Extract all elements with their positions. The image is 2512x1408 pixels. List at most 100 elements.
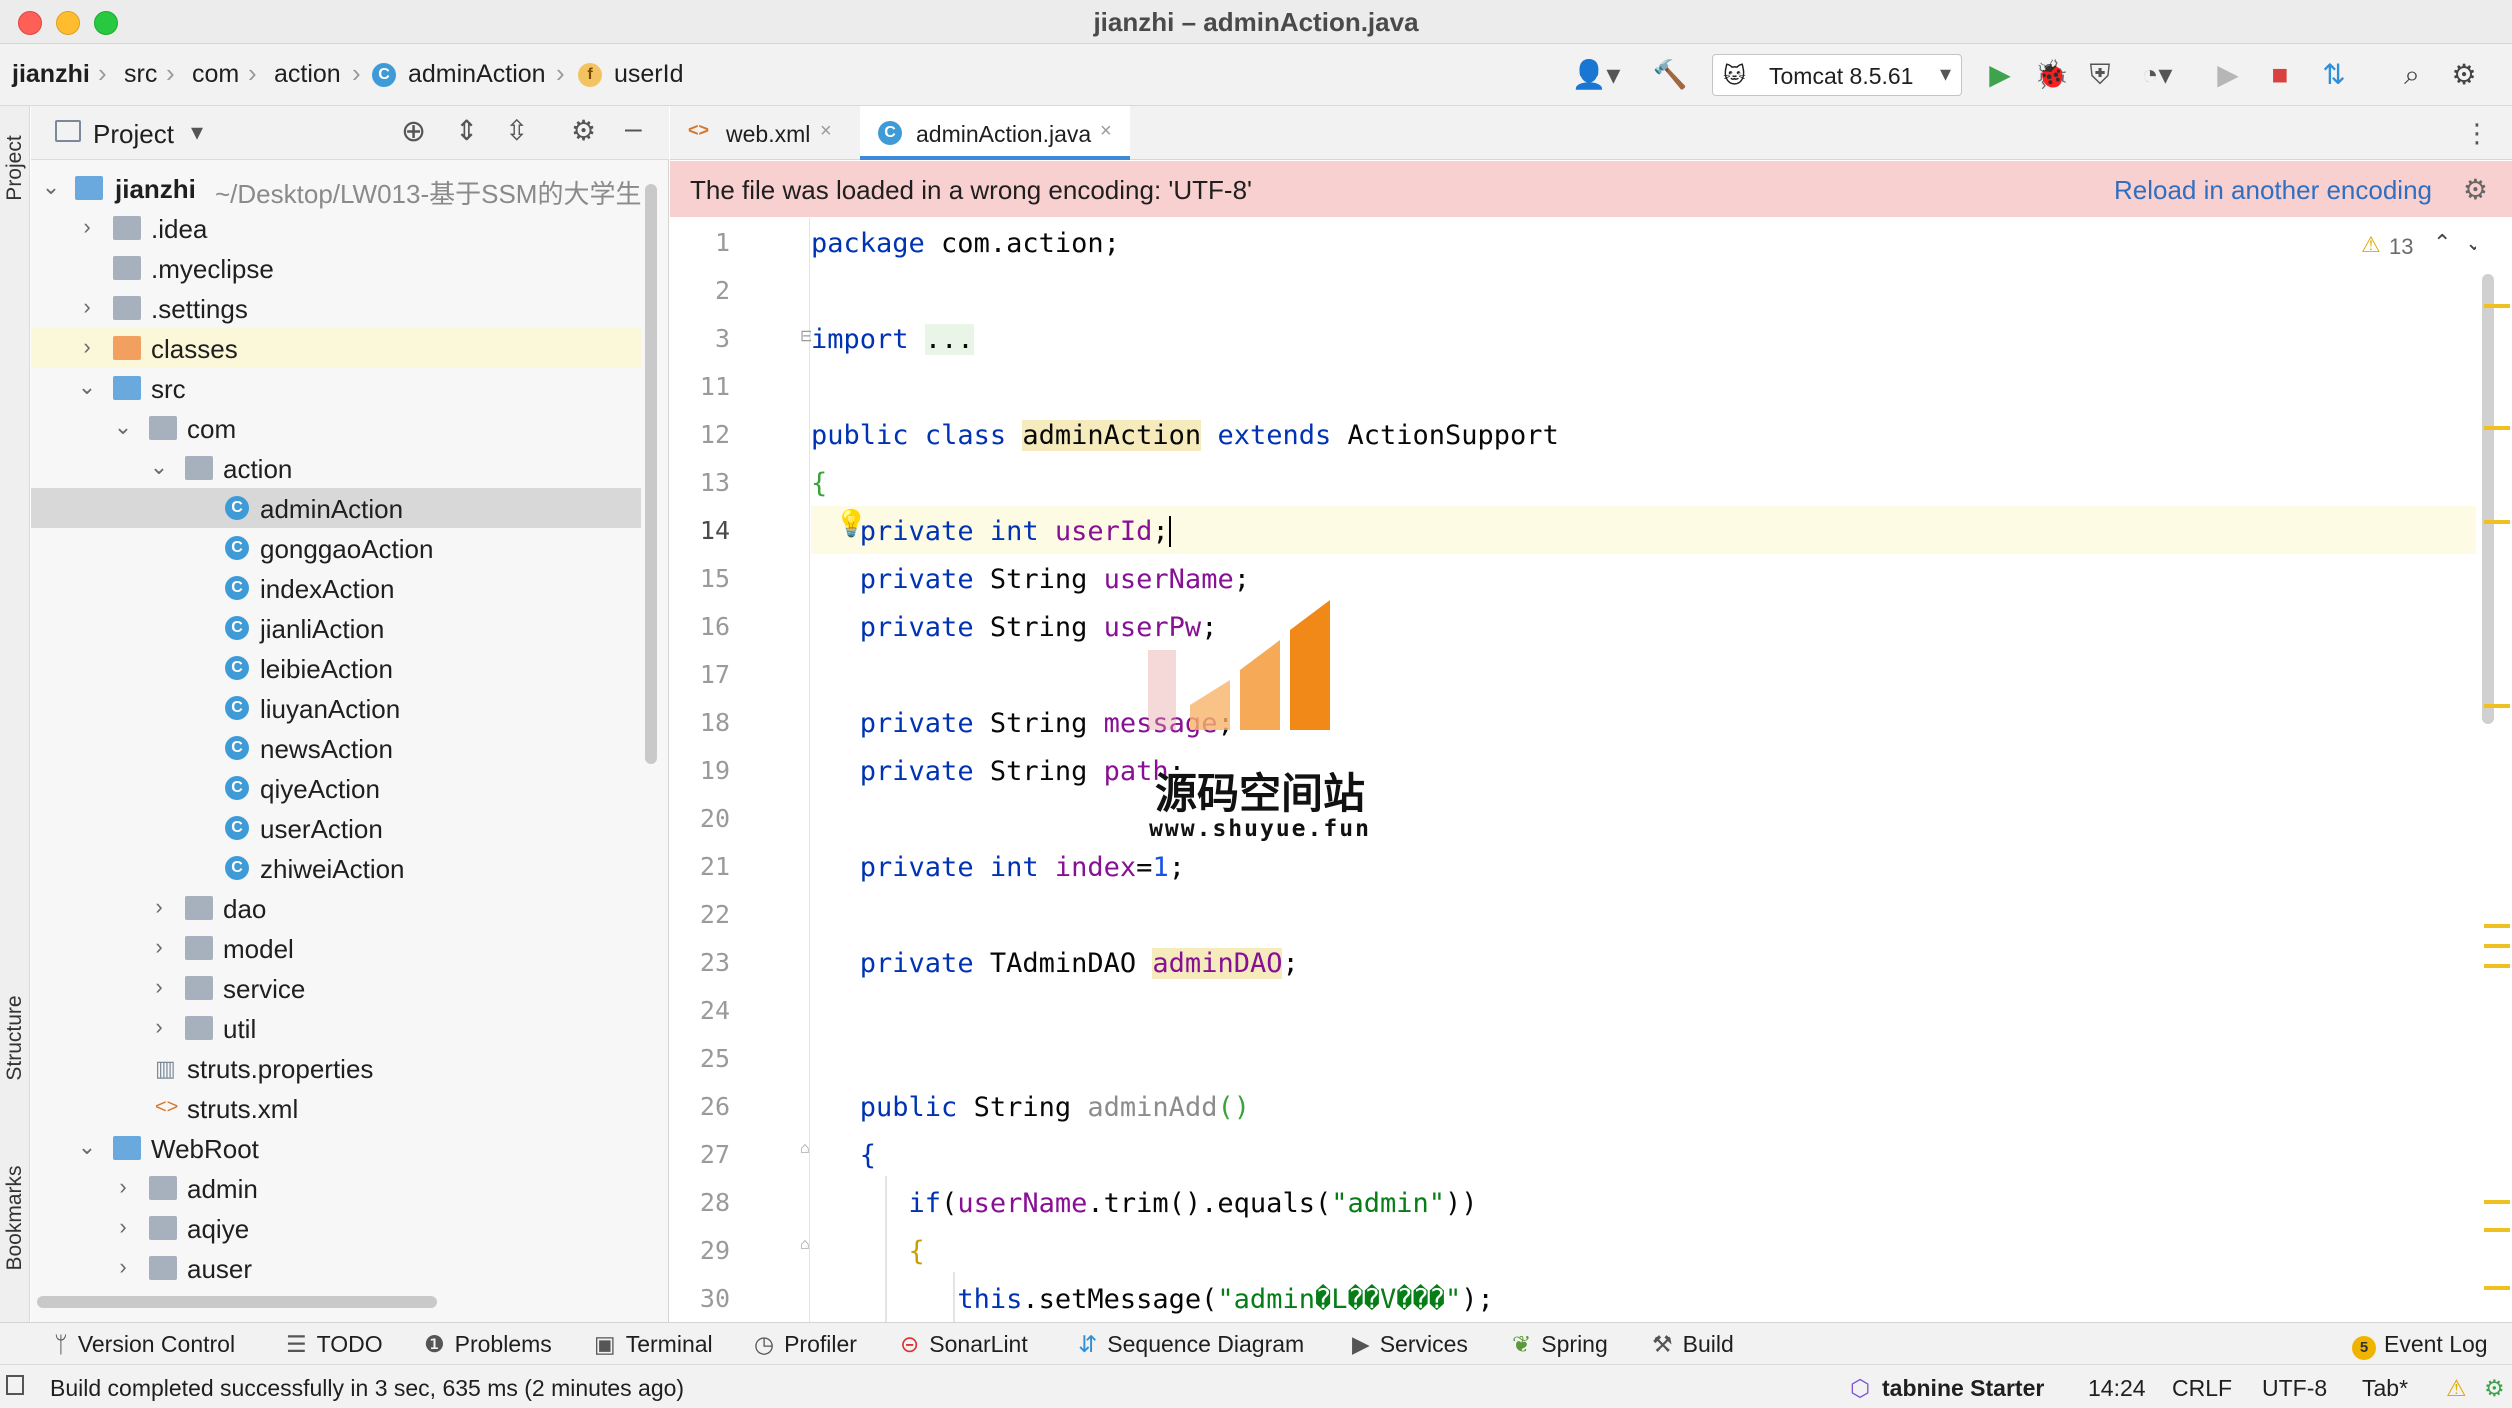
indent-setting[interactable]: Tab* <box>2362 1375 2408 1402</box>
vcs-status-icon[interactable]: ⚙ <box>2484 1375 2505 1402</box>
locate-file-icon[interactable]: ⊕ <box>401 114 426 149</box>
chevron-right-icon[interactable]: › <box>149 1014 169 1040</box>
tabnine-status[interactable]: tabnine Starter <box>1882 1375 2044 1402</box>
tree-item[interactable]: .myeclipse <box>31 248 641 288</box>
editor-vertical-scrollbar[interactable] <box>2482 274 2494 724</box>
tree-item[interactable]: › util <box>31 1008 641 1048</box>
tree-root[interactable]: ⌄ jianzhi ~/Desktop/LW013-基于SSM的大学生 <box>31 168 642 209</box>
warning-marker[interactable] <box>2484 426 2510 430</box>
tree-item[interactable]: C qiyeAction <box>31 768 641 808</box>
chevron-down-icon[interactable]: ⌄ <box>77 1134 97 1160</box>
user-account-icon[interactable]: 👤▾ <box>1566 60 1626 90</box>
breadcrumb-com[interactable]: com <box>192 60 239 89</box>
warning-marker[interactable] <box>2484 704 2510 708</box>
settings-gear-icon[interactable]: ⚙ <box>2448 60 2480 90</box>
tool-problems[interactable]: ❶ Problems <box>424 1331 552 1358</box>
tool-todo[interactable]: ☰ TODO <box>286 1331 383 1358</box>
tab-actions-more-icon[interactable]: ⋮ <box>2464 118 2490 149</box>
warning-marker[interactable] <box>2484 304 2510 308</box>
tool-spring[interactable]: ❦ Spring <box>1512 1331 1608 1358</box>
breadcrumb-field[interactable]: userId <box>614 60 683 89</box>
tree-item[interactable]: ⌄ com <box>31 408 641 448</box>
tree-item[interactable]: › service <box>31 968 641 1008</box>
warning-marker[interactable] <box>2484 520 2510 524</box>
warning-marker[interactable] <box>2484 1200 2510 1204</box>
tree-item[interactable]: C gonggaoAction <box>31 528 641 568</box>
chevron-down-icon[interactable]: ⌄ <box>77 374 97 400</box>
breadcrumb-project[interactable]: jianzhi <box>12 60 90 89</box>
tree-item[interactable]: C jianliAction <box>31 608 641 648</box>
chevron-right-icon[interactable]: › <box>77 214 97 240</box>
notifications-icon[interactable]: ⚠ <box>2446 1375 2467 1402</box>
tree-item[interactable]: › admin <box>31 1168 641 1208</box>
tree-item[interactable]: › model <box>31 928 641 968</box>
tree-item[interactable]: › .settings <box>31 288 641 328</box>
chevron-right-icon[interactable]: › <box>113 1174 133 1200</box>
warning-marker[interactable] <box>2484 924 2510 928</box>
run-icon[interactable]: ▶ <box>1984 60 2016 90</box>
tool-sonarlint[interactable]: ⊝ SonarLint <box>900 1331 1028 1358</box>
build-hammer-icon[interactable]: 🔨 <box>1652 60 1688 90</box>
toggle-tool-windows-icon[interactable] <box>6 1375 24 1395</box>
chevron-right-icon[interactable]: › <box>77 334 97 360</box>
chevron-right-icon[interactable]: › <box>113 1254 133 1280</box>
reload-encoding-link[interactable]: Reload in another encoding <box>2114 175 2432 206</box>
tool-sequence-diagram[interactable]: ⇵ Sequence Diagram <box>1078 1331 1304 1358</box>
tree-item[interactable]: C indexAction <box>31 568 641 608</box>
tool-terminal[interactable]: ▣ Terminal <box>594 1331 713 1358</box>
coverage-icon[interactable]: ⛨ <box>2084 60 2116 90</box>
tool-profiler[interactable]: ◷ Profiler <box>754 1331 857 1358</box>
attach-icon[interactable]: ▶ <box>2212 60 2244 90</box>
tree-item[interactable]: › auser <box>31 1248 641 1288</box>
fold-marker-icon[interactable]: ⌂ <box>800 1140 810 1158</box>
options-gear-icon[interactable]: ⚙ <box>571 114 596 147</box>
tree-item[interactable]: C zhiweiAction <box>31 848 641 888</box>
line-separator[interactable]: CRLF <box>2172 1375 2232 1402</box>
debug-icon[interactable]: 🐞 <box>2034 60 2069 90</box>
chevron-right-icon[interactable]: › <box>149 974 169 1000</box>
warning-marker[interactable] <box>2484 964 2510 968</box>
tab-admin-action-java[interactable]: C adminAction.java × <box>860 106 1130 160</box>
tree-item[interactable]: C liuyanAction <box>31 688 641 728</box>
warning-marker[interactable] <box>2484 944 2510 948</box>
project-horizontal-scrollbar[interactable] <box>37 1296 437 1308</box>
tab-web-xml[interactable]: <> web.xml × <box>670 106 850 160</box>
bookmarks-tool-tab[interactable]: Bookmarks <box>3 1159 27 1277</box>
tree-item[interactable]: › dao <box>31 888 641 928</box>
project-vertical-scrollbar[interactable] <box>645 184 657 764</box>
tree-item[interactable]: C leibieAction <box>31 648 641 688</box>
banner-settings-gear-icon[interactable]: ⚙ <box>2463 173 2488 206</box>
project-tool-tab[interactable]: Project <box>3 109 27 227</box>
structure-tool-tab[interactable]: Structure <box>3 979 27 1097</box>
tool-event-log[interactable]: 5 Event Log <box>2352 1331 2488 1360</box>
tree-item[interactable]: C newsAction <box>31 728 641 768</box>
close-tab-icon[interactable]: × <box>1100 120 1112 143</box>
warning-marker[interactable] <box>2484 1228 2510 1232</box>
inspection-widget[interactable]: ⚠ 13 ⌃ ⌄ <box>2361 230 2491 262</box>
error-stripe[interactable] <box>2476 218 2512 1322</box>
code-editor[interactable]: 💡 package com.action; import ... public … <box>811 218 2483 1322</box>
chevron-right-icon[interactable]: › <box>77 294 97 320</box>
tree-item[interactable]: › aqiye <box>31 1208 641 1248</box>
chevron-down-icon[interactable]: ⌄ <box>41 174 61 200</box>
tree-item-selected[interactable]: C adminAction <box>31 488 641 528</box>
tool-services[interactable]: ▶ Services <box>1352 1331 1468 1358</box>
breadcrumb-action[interactable]: action <box>274 60 341 89</box>
tree-item[interactable]: <> struts.xml <box>31 1088 641 1128</box>
run-configuration-select[interactable]: 🐱 Tomcat 8.5.61 ▾ <box>1712 54 1962 96</box>
stop-icon[interactable]: ■ <box>2264 60 2296 90</box>
chevron-right-icon[interactable]: › <box>149 934 169 960</box>
chevron-right-icon[interactable]: › <box>113 1214 133 1240</box>
close-tab-icon[interactable]: × <box>820 120 832 143</box>
file-encoding[interactable]: UTF-8 <box>2262 1375 2327 1402</box>
tree-item[interactable]: C userAction <box>31 808 641 848</box>
tree-item[interactable]: ▥ struts.properties <box>31 1048 641 1088</box>
breadcrumb-src[interactable]: src <box>124 60 157 89</box>
chevron-right-icon[interactable]: › <box>149 894 169 920</box>
search-icon[interactable]: ⌕ <box>2396 60 2428 90</box>
tree-item[interactable]: ⌄ WebRoot <box>31 1128 641 1168</box>
fold-marker-icon[interactable]: ⌂ <box>800 1236 810 1254</box>
previous-highlight-icon[interactable]: ⌃ <box>2433 230 2451 256</box>
tree-item[interactable]: › .idea <box>31 208 641 248</box>
vcs-update-icon[interactable]: ⇅ <box>2318 60 2350 90</box>
